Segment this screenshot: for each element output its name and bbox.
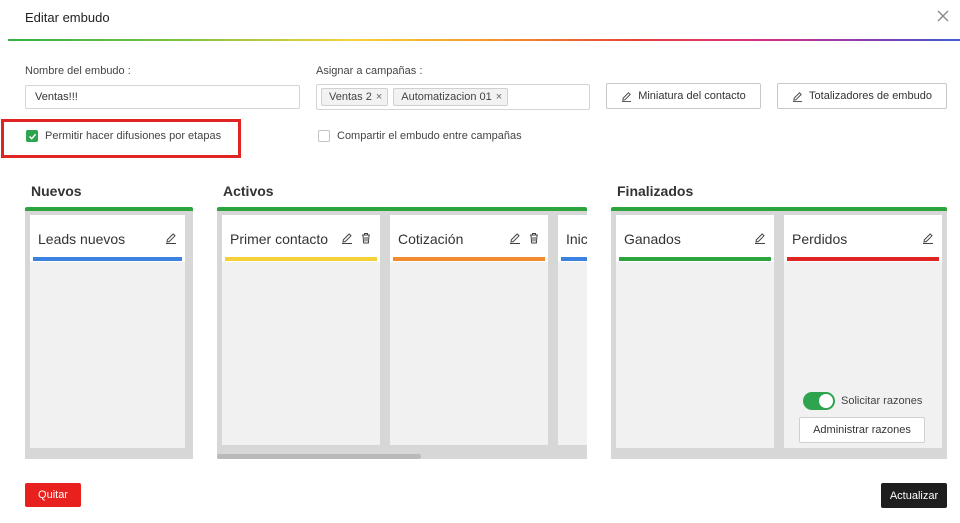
pencil-icon[interactable] [922, 232, 934, 244]
funnel-name-value: Ventas!!! [35, 91, 78, 103]
campaign-tag: Ventas 2 × [321, 88, 389, 106]
horizontal-scrollbar[interactable] [217, 454, 421, 459]
funnel-name-label: Nombre del embudo : [25, 65, 131, 77]
close-icon[interactable] [936, 9, 950, 23]
trash-icon[interactable] [360, 232, 372, 244]
trash-icon[interactable] [528, 232, 540, 244]
share-funnel-checkbox[interactable]: Compartir el embudo entre campañas [318, 130, 522, 142]
funnel-name-input[interactable]: Ventas!!! [25, 85, 300, 109]
group-title-finalizados: Finalizados [617, 183, 694, 199]
pencil-icon [622, 91, 632, 102]
pencil-icon[interactable] [754, 232, 766, 244]
stage-name: Leads nuevos [38, 231, 126, 247]
group-title-nuevos: Nuevos [31, 183, 82, 199]
manage-reasons-button[interactable]: Administrar razones [799, 417, 925, 443]
stage-column-cotizacion: Cotización [390, 215, 548, 445]
stage-color-line [393, 257, 545, 261]
stage-name: Cotización [398, 231, 464, 247]
request-reasons-toggle[interactable] [803, 392, 835, 410]
contact-thumbnail-button[interactable]: Miniatura del contacto [606, 83, 761, 109]
stage-color-line [225, 257, 377, 261]
update-button[interactable]: Actualizar [881, 483, 947, 508]
remove-tag-icon[interactable]: × [496, 91, 502, 103]
dialog-title: Editar embudo [25, 10, 110, 25]
campaigns-label: Asignar a campañas : [316, 65, 423, 77]
request-reasons-label: Solicitar razones [841, 395, 923, 407]
stage-name: Primer contacto [230, 231, 329, 247]
remove-tag-icon[interactable]: × [376, 91, 382, 103]
stage-name: Inic [566, 231, 587, 247]
stage-name: Perdidos [792, 231, 848, 247]
stage-column-ganados: Ganados [616, 215, 774, 448]
stage-color-line [561, 257, 587, 261]
group-activos: Primer contacto Cotización Inic [217, 211, 587, 459]
request-reasons-toggle-row: Solicitar razones [803, 392, 922, 410]
pencil-icon[interactable] [165, 232, 177, 244]
pencil-icon [792, 91, 803, 102]
header-divider [8, 39, 960, 41]
pencil-icon[interactable] [509, 232, 521, 244]
stage-column-leads-nuevos: Leads nuevos [30, 215, 185, 448]
group-title-activos: Activos [223, 183, 274, 199]
stage-color-line [619, 257, 771, 261]
group-nuevos: Leads nuevos [25, 211, 193, 459]
stage-color-line [787, 257, 939, 261]
campaigns-select[interactable]: Ventas 2 × Automatizacion 01 × [316, 84, 590, 110]
stage-color-line [33, 257, 182, 261]
stage-column-primer-contacto: Primer contacto [222, 215, 380, 445]
campaign-tag: Automatizacion 01 × [393, 88, 509, 106]
checkbox-box[interactable] [318, 130, 330, 142]
check-icon[interactable] [26, 130, 38, 142]
stage-column-inic: Inic [558, 215, 587, 445]
quit-button[interactable]: Quitar [25, 483, 81, 507]
funnel-totals-button[interactable]: Totalizadores de embudo [777, 83, 947, 109]
stage-column-perdidos: Perdidos [784, 215, 942, 448]
broadcast-by-stage-checkbox[interactable]: Permitir hacer difusiones por etapas [26, 130, 221, 142]
stage-name: Ganados [624, 231, 681, 247]
pencil-icon[interactable] [341, 232, 353, 244]
